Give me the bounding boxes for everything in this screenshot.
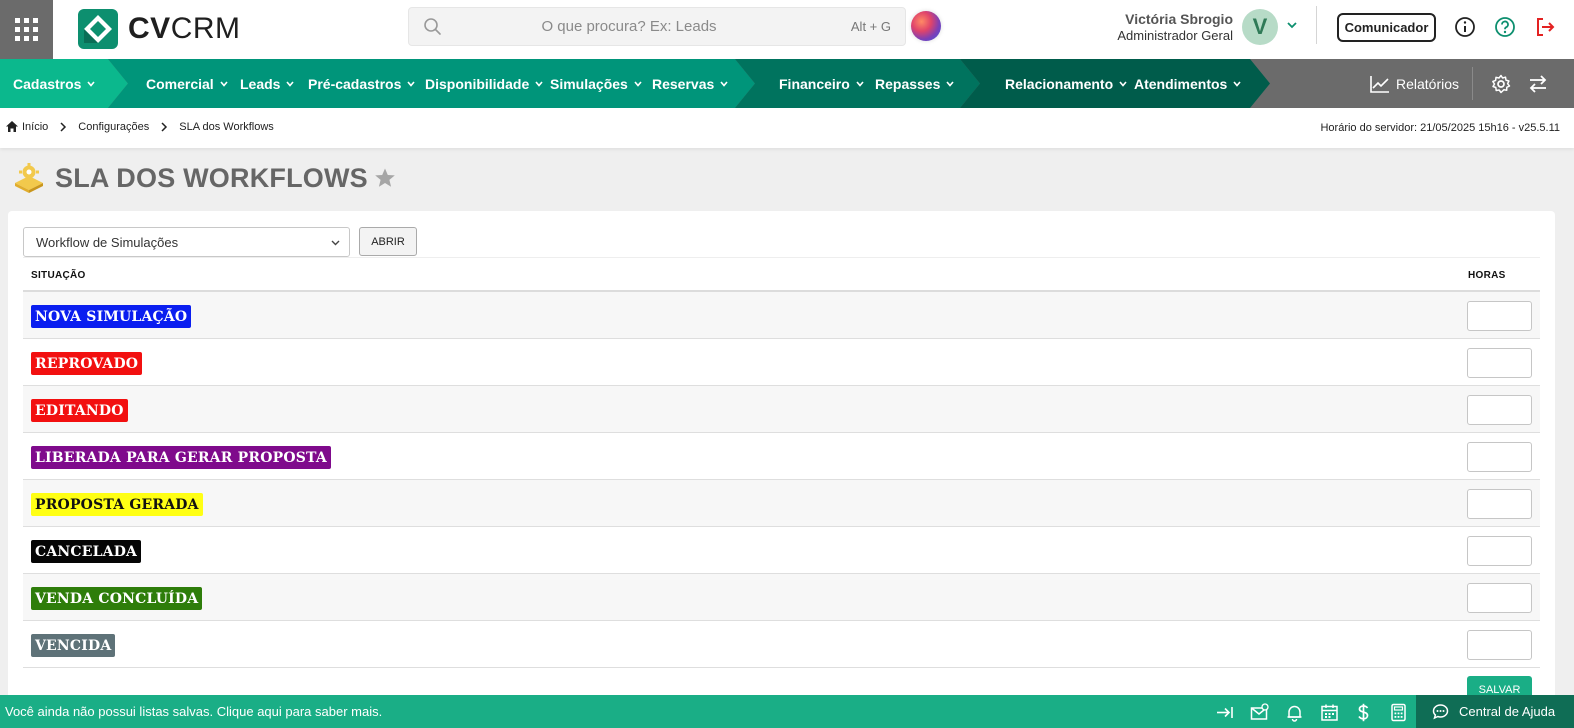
footer-bar: Você ainda não possui listas salvas. Cli… [0, 695, 1574, 728]
dollar-icon[interactable] [1354, 703, 1373, 722]
hours-input[interactable] [1467, 395, 1532, 425]
breadcrumb-configuracoes[interactable]: Configurações [78, 121, 149, 133]
table-row: PROPOSTA GERADA [23, 480, 1540, 527]
nav-pre-cadastros[interactable]: Pré-cadastros [308, 59, 416, 108]
column-header-horas: HORAS [1468, 270, 1506, 281]
status-table: NOVA SIMULAÇÃO REPROVADO EDITANDO LIBERADA … [23, 292, 1540, 668]
status-badge: VENCIDA [31, 634, 116, 657]
header-divider [1316, 6, 1317, 44]
help-center-button[interactable]: Central de Ajuda [1416, 695, 1574, 728]
nav-cadastros[interactable]: Cadastros [13, 59, 96, 108]
chevron-down-icon [331, 240, 340, 246]
workflow-select[interactable]: Workflow de Simulações [23, 227, 350, 257]
workflow-select-value: Workflow de Simulações [36, 234, 179, 250]
breadcrumb-bar: Início Configurações SLA dos Workflows H… [0, 108, 1574, 148]
expand-sidebar-icon[interactable] [1215, 703, 1234, 722]
user-info[interactable]: Victória Sbrogio Administrador Geral [1100, 10, 1233, 44]
nav-reservas[interactable]: Reservas [652, 59, 729, 108]
open-workflow-button[interactable]: ABRIR [359, 227, 417, 256]
chevron-right-icon [161, 121, 168, 132]
chat-help-icon [1432, 704, 1449, 720]
hours-input[interactable] [1467, 301, 1532, 331]
status-badge: NOVA SIMULAÇÃO [31, 305, 192, 328]
table-row: EDITANDO [23, 386, 1540, 433]
table-row: CANCELADA [23, 527, 1540, 574]
server-time: Horário do servidor: 21/05/2025 15h16 - … [1320, 122, 1560, 134]
chevron-right-icon [60, 121, 67, 132]
hours-input[interactable] [1467, 536, 1532, 566]
status-badge: VENDA CONCLUÍDA [31, 587, 203, 610]
sla-card: Workflow de Simulações ABRIR SITUAÇÃO HO… [8, 211, 1555, 711]
logo-text: CVCRM [128, 12, 241, 45]
breadcrumb-current: SLA dos Workflows [179, 120, 274, 133]
top-header: CVCRM Alt + G Victória Sbrogio Administr… [0, 0, 1574, 59]
nav-financeiro[interactable]: Financeiro [779, 59, 865, 108]
table-row: VENDA CONCLUÍDA [23, 574, 1540, 621]
search-icon [424, 18, 441, 35]
comunicador-button[interactable]: Comunicador [1337, 13, 1436, 42]
search-input[interactable] [469, 8, 789, 45]
mail-notification-icon[interactable] [1250, 703, 1269, 722]
table-row: LIBERADA PARA GERAR PROPOSTA [23, 433, 1540, 480]
home-icon[interactable] [5, 120, 19, 133]
nav-comercial[interactable]: Comercial [146, 59, 229, 108]
breadcrumb: Início Configurações SLA dos Workflows [5, 120, 274, 133]
bell-icon[interactable] [1285, 703, 1304, 722]
apps-menu-button[interactable] [0, 0, 53, 59]
swap-icon[interactable] [1528, 74, 1548, 94]
nav-simulacoes[interactable]: Simulações [550, 59, 643, 108]
nav-leads[interactable]: Leads [240, 59, 295, 108]
breadcrumb-inicio[interactable]: Início [22, 121, 48, 133]
info-icon[interactable] [1454, 16, 1476, 38]
page-header: SLA DOS WORKFLOWS [12, 160, 396, 196]
table-row: NOVA SIMULAÇÃO [23, 292, 1540, 339]
nav-divider [1472, 67, 1473, 100]
hours-input[interactable] [1467, 489, 1532, 519]
nav-repasses[interactable]: Repasses [875, 59, 955, 108]
nav-relatorios-label: Relatórios [1396, 75, 1460, 92]
nav-relatorios[interactable]: Relatórios [1370, 59, 1459, 108]
main-navigation: Cadastros Comercial Leads Pré-cadastros … [0, 59, 1574, 108]
help-center-label: Central de Ajuda [1459, 704, 1556, 719]
global-search[interactable]: Alt + G [408, 7, 906, 46]
user-role: Administrador Geral [1117, 28, 1233, 43]
gear-icon[interactable] [1491, 74, 1511, 94]
user-name: Victória Sbrogio [1125, 11, 1233, 27]
hours-input[interactable] [1467, 348, 1532, 378]
logo-mark-icon [78, 9, 118, 49]
status-badge: REPROVADO [31, 352, 143, 375]
status-badge: CANCELADA [31, 540, 142, 563]
settings-gear-icon [15, 163, 43, 193]
status-badge: PROPOSTA GERADA [31, 493, 203, 516]
hours-input[interactable] [1467, 630, 1532, 660]
table-row: REPROVADO [23, 339, 1540, 386]
table-header: SITUAÇÃO HORAS [23, 257, 1540, 292]
saved-lists-message[interactable]: Você ainda não possui listas salvas. Cli… [5, 704, 382, 719]
column-header-situacao: SITUAÇÃO [31, 270, 86, 281]
chart-line-icon [1370, 75, 1389, 93]
chevron-down-icon[interactable] [1285, 18, 1299, 32]
help-icon[interactable] [1494, 16, 1516, 38]
hours-input[interactable] [1467, 583, 1532, 613]
status-badge: LIBERADA PARA GERAR PROPOSTA [31, 446, 331, 469]
table-row: VENCIDA [23, 621, 1540, 668]
calculator-icon[interactable] [1389, 703, 1408, 722]
logout-icon[interactable] [1534, 16, 1556, 38]
status-badge: EDITANDO [31, 399, 128, 422]
ai-assistant-icon[interactable] [911, 11, 941, 41]
search-shortcut-hint: Alt + G [850, 19, 891, 34]
nav-disponibilidade[interactable]: Disponibilidade [425, 59, 544, 108]
avatar[interactable]: V [1242, 9, 1278, 45]
favorite-star-icon[interactable] [374, 167, 396, 189]
apps-grid-icon [15, 18, 38, 41]
page-title: SLA DOS WORKFLOWS [55, 162, 368, 193]
calendar-icon[interactable] [1320, 703, 1339, 722]
nav-relacionamento[interactable]: Relacionamento [1005, 59, 1128, 108]
app-logo[interactable]: CVCRM [78, 7, 241, 51]
hours-input[interactable] [1467, 442, 1532, 472]
nav-atendimentos[interactable]: Atendimentos [1134, 59, 1242, 108]
